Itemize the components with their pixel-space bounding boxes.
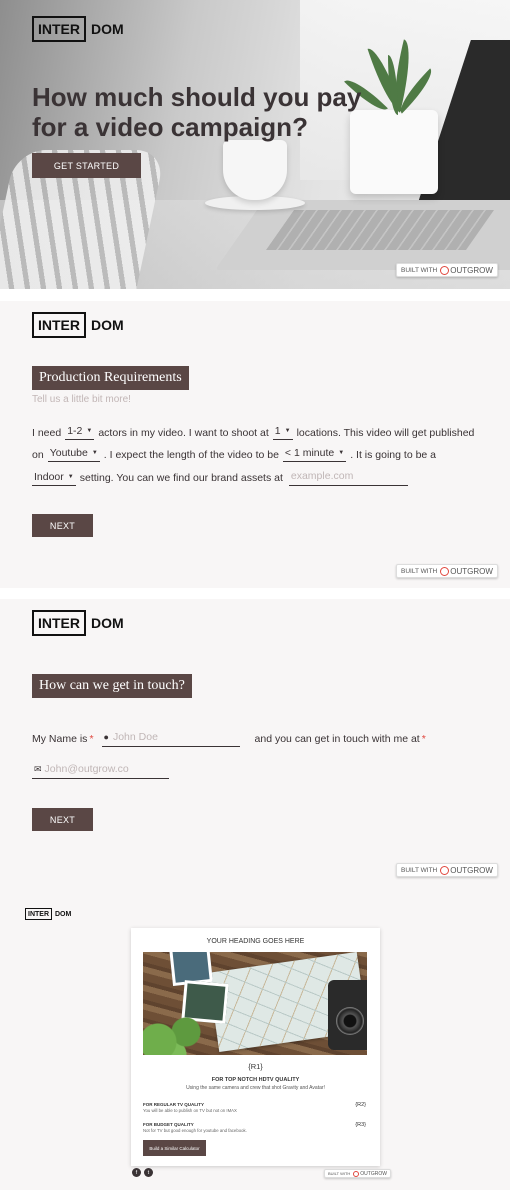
built-with-brand: OUTGROW (450, 265, 493, 275)
section-heading: Production Requirements (32, 366, 189, 390)
outgrow-logo-icon (440, 566, 450, 576)
background-cup (223, 140, 287, 200)
caret-down-icon: ▼ (338, 450, 345, 456)
sentence-text: . It is going to be a (350, 448, 437, 461)
brand-assets-input[interactable]: example.com (288, 470, 408, 486)
result-tier-title: FOR TOP NOTCH HDTV QUALITY (211, 1077, 300, 1083)
get-started-button[interactable]: GET STARTED (32, 153, 141, 178)
sentence-text: setting. You can we find our brand asset… (79, 472, 283, 484)
contact-section: INTER DOM How can we get in touch? My Na… (0, 599, 510, 886)
email-input[interactable]: ✉ John@outgrow.co (32, 763, 169, 779)
brand-logo[interactable]: INTER DOM (25, 908, 71, 920)
caret-down-icon: ▼ (284, 428, 291, 434)
logo-box-text: INTER (25, 908, 52, 920)
next-button[interactable]: NEXT (32, 514, 93, 537)
built-with-prefix: BUILT WITH (401, 567, 438, 575)
result-card: YOUR HEADING GOES HERE {R1} FOR TOP NOTC… (131, 928, 380, 1166)
required-mark: * (89, 733, 94, 745)
video-length-dropdown[interactable]: < 1 minute ▼ (282, 447, 347, 462)
brand-logo[interactable]: INTER DOM (32, 610, 124, 636)
actors-value: 1-2 (67, 425, 83, 437)
background-laptop-keys (265, 210, 495, 250)
outgrow-logo-icon (440, 265, 450, 275)
sentence-text: I need (32, 426, 62, 439)
sentence-text: locations. This video will get published (296, 426, 475, 439)
result-row-desc: Not for TV but good enough for youtube a… (143, 1128, 247, 1133)
result-main-value: {R1} (248, 1062, 263, 1071)
built-with-brand: OUTGROW (450, 566, 493, 576)
user-icon: ● (103, 732, 109, 742)
result-heading: YOUR HEADING GOES HERE (206, 938, 305, 945)
outgrow-logo-icon (440, 865, 450, 875)
built-with-badge[interactable]: BUILT WITH OUTGROW (324, 1169, 391, 1178)
background-plant-pot (350, 110, 438, 194)
locations-value: 1 (274, 425, 281, 437)
email-placeholder: John@outgrow.co (44, 763, 129, 775)
hero-section: INTER DOM How much should you pay for a … (0, 0, 510, 289)
setting-dropdown[interactable]: Indoor ▼ (32, 471, 76, 486)
requirements-line-3: Indoor ▼ setting. You can we find our br… (32, 470, 408, 486)
next-button[interactable]: NEXT (32, 808, 93, 831)
contact-text: and you can get in touch with me at (254, 733, 420, 745)
platform-value: Youtube (49, 447, 88, 459)
logo-box-text: INTER (32, 610, 86, 636)
result-row-value: {R2} (355, 1102, 366, 1108)
built-with-badge[interactable]: BUILT WITH OUTGROW (396, 863, 498, 877)
built-with-prefix: BUILT WITH (328, 1171, 351, 1176)
logo-text: DOM (55, 910, 72, 918)
mail-icon: ✉ (34, 763, 42, 774)
caret-down-icon: ▼ (91, 450, 98, 456)
built-with-badge[interactable]: BUILT WITH OUTGROW (396, 564, 498, 578)
locations-dropdown[interactable]: 1 ▼ (272, 425, 293, 440)
built-with-prefix: BUILT WITH (401, 866, 438, 874)
hero-headline: How much should you pay for a video camp… (32, 82, 362, 142)
brand-logo[interactable]: INTER DOM (32, 312, 124, 338)
contact-line-2: ✉ John@outgrow.co (32, 763, 169, 779)
requirements-line-2: on Youtube ▼ . I expect the length of th… (32, 447, 436, 462)
section-subheading: Tell us a little bit more! (32, 394, 131, 405)
result-tier-desc: Using the same camera and crew that shot… (186, 1085, 325, 1091)
name-input[interactable]: ● John Doe (101, 731, 240, 747)
built-with-brand: OUTGROW (450, 865, 493, 875)
sentence-text: on (32, 448, 44, 461)
result-row-desc: You will be able to publish on TV but no… (143, 1108, 237, 1113)
requirements-line-1: I need 1-2 ▼ actors in my video. I want … (32, 425, 474, 440)
built-with-badge[interactable]: BUILT WITH OUTGROW (396, 263, 498, 277)
share-icon[interactable]: t (144, 1168, 153, 1177)
caret-down-icon: ▼ (86, 428, 93, 434)
build-similar-calculator-button[interactable]: Build a Similar Calculator (143, 1140, 206, 1156)
sentence-text: . I expect the length of the video to be (103, 448, 279, 461)
production-requirements-section: INTER DOM Production Requirements Tell u… (0, 301, 510, 588)
outgrow-logo-icon (353, 1170, 360, 1177)
logo-text: DOM (91, 317, 124, 333)
setting-value: Indoor (34, 470, 64, 483)
built-with-brand: OUTGROW (360, 1170, 387, 1177)
logo-box-text: INTER (32, 312, 86, 338)
actors-dropdown[interactable]: 1-2 ▼ (65, 425, 95, 440)
name-label: My Name is (32, 733, 88, 745)
length-value: < 1 minute (284, 447, 335, 459)
share-icon[interactable]: f (132, 1168, 141, 1177)
logo-text: DOM (91, 21, 124, 37)
result-section: INTER DOM YOUR HEADING GOES HERE {R1} FO… (0, 886, 510, 1190)
result-row-value: {R3} (355, 1122, 366, 1128)
sentence-text: actors in my video. I want to shoot at (98, 426, 269, 439)
caret-down-icon: ▼ (67, 473, 74, 480)
contact-line-1: My Name is * ● John Doe and you can get … (32, 731, 426, 747)
image-plant (143, 1012, 207, 1055)
result-image (143, 952, 367, 1055)
section-heading: How can we get in touch? (32, 674, 192, 698)
brand-logo[interactable]: INTER DOM (32, 16, 124, 42)
result-row-title: FOR REGULAR TV QUALITY (143, 1102, 204, 1107)
logo-text: DOM (91, 615, 124, 631)
platform-dropdown[interactable]: Youtube ▼ (47, 447, 100, 462)
required-mark: * (421, 733, 426, 745)
result-row-title: FOR BUDGET QUALITY (143, 1122, 194, 1127)
name-placeholder: John Doe (112, 731, 158, 743)
logo-box-text: INTER (32, 16, 86, 42)
built-with-prefix: BUILT WITH (401, 266, 438, 274)
image-lens (336, 1007, 364, 1035)
